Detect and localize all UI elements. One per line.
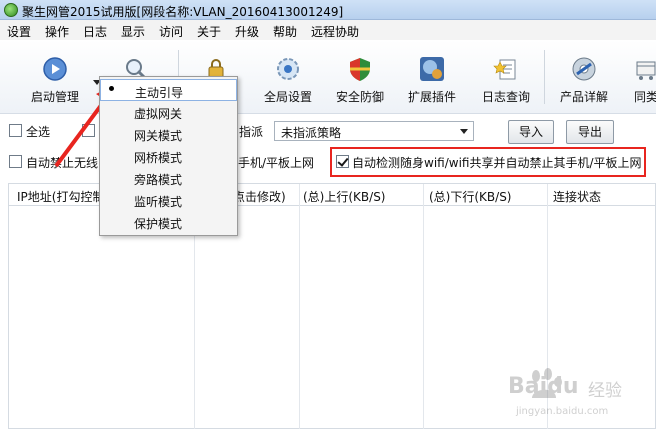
menu-bar: 设置 操作 日志 显示 访问 关于 升级 帮助 远程协助 (0, 20, 656, 40)
app-logo-icon (4, 3, 18, 17)
auto-detect-wifi-checkbox[interactable] (336, 155, 349, 168)
auto-block-wireless-checkbox[interactable] (9, 155, 22, 168)
security-defense-label: 安全防御 (335, 90, 384, 104)
title-bar: 聚生网管2015试用版[网段名称:VLAN_20160413001249] (0, 0, 656, 20)
auto-block-wireless-label-tail: 手机/平板上网 (238, 156, 315, 170)
popup-item-active-guide[interactable]: 主动引导 (100, 79, 237, 101)
column-remark[interactable]: 点击修改) (233, 188, 286, 205)
watermark-brand: Baidu (508, 374, 579, 399)
menu-display[interactable]: 显示 (121, 23, 145, 40)
selected-bullet-icon (109, 86, 114, 91)
log-query-button[interactable]: 日志查询 (476, 48, 536, 108)
export-button[interactable]: 导出 (566, 120, 614, 144)
select-all-checkbox[interactable] (9, 124, 22, 137)
watermark-url: jingyan.baidu.com (516, 406, 609, 417)
auto-detect-wifi-label: 自动检测随身wifi/wifi共享并自动禁止其手机/平板上网 (352, 156, 642, 170)
popup-item-label: 主动引导 (135, 86, 184, 100)
policy-select[interactable]: 未指派策略 (274, 121, 474, 141)
cart-icon (636, 61, 656, 80)
popup-item-label: 保护模式 (134, 217, 183, 231)
policy-select-value: 未指派策略 (281, 126, 342, 140)
menu-settings[interactable]: 设置 (7, 23, 31, 40)
window-title: 聚生网管2015试用版[网段名称:VLAN_20160413001249] (22, 5, 344, 19)
global-settings-button[interactable]: 全局设置 (258, 48, 318, 108)
popup-item-bypass-mode[interactable]: 旁路模式 (100, 167, 237, 189)
shield-icon (350, 58, 370, 81)
app-window: 聚生网管2015试用版[网段名称:VLAN_20160413001249] 设置… (0, 0, 656, 429)
menu-remote-assist[interactable]: 远程协助 (311, 23, 359, 40)
disc-icon (572, 57, 596, 81)
security-defense-button[interactable]: 安全防御 (330, 48, 390, 108)
popup-item-label: 监听模式 (134, 195, 183, 209)
baidu-jingyan-watermark: Baidu 经验 jingyan.baidu.com (508, 368, 648, 424)
product-details-label: 产品详解 (559, 90, 608, 104)
column-divider (423, 184, 424, 429)
popup-item-monitor-mode[interactable]: 监听模式 (100, 189, 237, 211)
similar-products-label: 同类 (634, 90, 656, 104)
chevron-down-icon (460, 129, 468, 134)
select-all-label: 全选 (26, 125, 51, 139)
popup-item-label: 网关模式 (134, 129, 183, 143)
column-connection-status[interactable]: 连接状态 (553, 188, 601, 205)
plugin-icon (420, 57, 444, 81)
menu-help[interactable]: 帮助 (273, 23, 297, 40)
popup-item-label: 虚拟网关 (134, 107, 183, 121)
column-upload[interactable]: (总)上行(KB/S) (303, 188, 386, 205)
menu-log[interactable]: 日志 (83, 23, 107, 40)
popup-item-bridge-mode[interactable]: 网桥模式 (100, 145, 237, 167)
play-icon (43, 57, 67, 81)
column-ip[interactable]: IP地址(打勾控制 (17, 188, 104, 205)
similar-products-button[interactable]: 同类 (626, 48, 656, 108)
extension-plugin-button[interactable]: 扩展插件 (402, 48, 462, 108)
import-button[interactable]: 导入 (508, 120, 554, 144)
menu-upgrade[interactable]: 升级 (235, 23, 259, 40)
column-download[interactable]: (总)下行(KB/S) (429, 188, 512, 205)
menu-access[interactable]: 访问 (159, 23, 183, 40)
toolbar-separator (544, 50, 545, 104)
assign-label: 指派 (239, 125, 264, 139)
menu-operate[interactable]: 操作 (45, 23, 69, 40)
column-divider (299, 184, 300, 429)
watermark-sub: 经验 (588, 381, 622, 401)
log-query-label: 日志查询 (481, 90, 530, 104)
popup-item-label: 网桥模式 (134, 151, 183, 165)
extension-plugin-label: 扩展插件 (407, 90, 456, 104)
popup-item-gateway-mode[interactable]: 网关模式 (100, 123, 237, 145)
popup-item-label: 旁路模式 (134, 173, 183, 187)
gear-icon (277, 58, 299, 80)
menu-about[interactable]: 关于 (197, 23, 221, 40)
log-icon (493, 59, 516, 80)
global-settings-label: 全局设置 (263, 90, 312, 104)
mode-popup-menu: 主动引导 虚拟网关 网关模式 网桥模式 旁路模式 监听模式 保护模式 (99, 76, 238, 236)
product-details-button[interactable]: 产品详解 (554, 48, 614, 108)
popup-item-protect-mode[interactable]: 保护模式 (100, 211, 237, 233)
popup-item-virtual-gateway[interactable]: 虚拟网关 (100, 101, 237, 123)
